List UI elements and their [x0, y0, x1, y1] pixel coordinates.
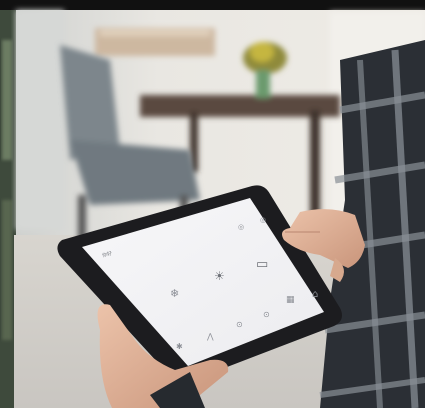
lock-icon[interactable]: ▦: [286, 296, 295, 305]
home-icon[interactable]: ⌂: [312, 290, 318, 300]
snowflake-icon[interactable]: ❄: [170, 288, 179, 299]
settings-icon[interactable]: ⊙: [263, 311, 270, 319]
mode-icon[interactable]: ◎: [260, 217, 266, 224]
tv-icon[interactable]: ▭: [256, 258, 268, 271]
power-icon[interactable]: ⊙: [236, 321, 243, 329]
scene-icon[interactable]: ◎: [238, 224, 244, 231]
photo-scene: [0, 0, 425, 408]
fan-icon[interactable]: ✱: [176, 343, 183, 351]
curtain-icon[interactable]: ⋀: [207, 333, 214, 341]
light-icon[interactable]: ☀: [214, 270, 225, 282]
